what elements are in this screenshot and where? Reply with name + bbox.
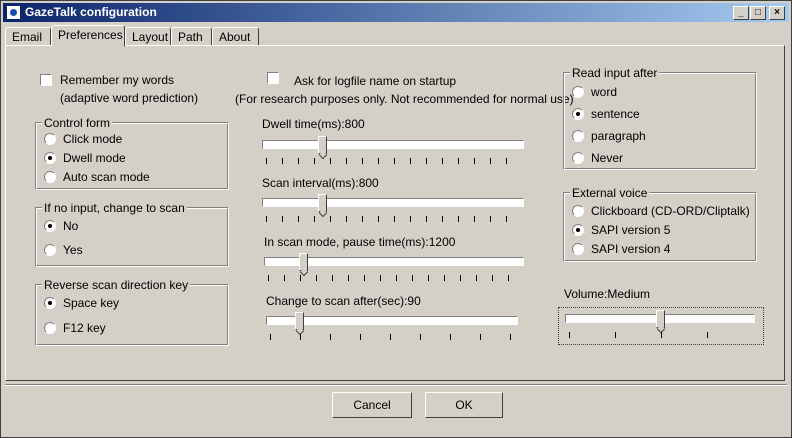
clickboard-label: Clickboard (CD-ORD/Cliptalk) [591,204,750,218]
space-key-label: Space key [63,296,120,310]
minimize-button[interactable]: _ [733,6,749,20]
dwell-time-label: Dwell time(ms):800 [262,117,365,131]
space-key-radio[interactable] [44,297,56,309]
tab-email[interactable]: Email [5,27,51,46]
sentence-label: sentence [591,107,640,121]
logfile-label: Ask for logfile name on startup [294,74,457,88]
no-radio[interactable] [44,220,56,232]
auto-scan-mode-radio[interactable] [44,171,56,183]
dwell-mode-label: Dwell mode [63,151,126,165]
app-icon [6,5,21,20]
f12-key-label: F12 key [63,321,106,335]
sentence-radio[interactable] [572,108,584,120]
scan-interval-slider[interactable] [262,194,524,224]
control-form-group: Control form Click mode Dwell mode Auto … [35,116,229,190]
paragraph-label: paragraph [591,129,646,143]
yes-label: Yes [63,243,83,257]
read-input-title: Read input after [570,66,660,80]
pause-time-slider[interactable] [264,253,524,283]
window-title: GazeTalk configuration [25,5,157,19]
read-input-group: Read input after word sentence paragraph… [563,66,757,170]
tab-about[interactable]: About [212,27,259,46]
remember-words-label: Remember my words [60,73,175,87]
change-scan-slider[interactable] [266,312,518,342]
no-input-group: If no input, change to scan No Yes [35,201,229,267]
change-scan-label: Change to scan after(sec):90 [266,294,421,308]
word-label: word [591,85,618,99]
volume-label: Volume:Medium [564,287,651,301]
f12-key-radio[interactable] [44,322,56,334]
volume-slider[interactable] [558,307,764,345]
logfile-note: (For research purposes only. Not recomme… [235,92,574,106]
scan-interval-label: Scan interval(ms):800 [262,176,379,190]
maximize-button[interactable]: □ [750,6,766,20]
preferences-panel: Remember my words (adaptive word predict… [5,45,785,381]
never-radio[interactable] [572,152,584,164]
cancel-button[interactable]: Cancel [332,392,412,418]
no-label: No [63,219,79,233]
tab-preferences[interactable]: Preferences [51,25,125,47]
sapi5-radio[interactable] [572,224,584,236]
sapi4-radio[interactable] [572,243,584,255]
no-input-title: If no input, change to scan [42,201,187,215]
pause-time-label: In scan mode, pause time(ms):1200 [264,235,456,249]
word-radio[interactable] [572,86,584,98]
gazetalk-config-window: GazeTalk configuration _ □ × Email Prefe… [0,0,792,438]
button-separator [5,384,787,386]
title-bar[interactable]: GazeTalk configuration _ □ × [3,3,789,22]
paragraph-radio[interactable] [572,130,584,142]
control-form-title: Control form [42,116,113,130]
reverse-key-group: Reverse scan direction key Space key F12… [35,278,229,346]
sapi5-label: SAPI version 5 [591,223,671,237]
dwell-time-slider[interactable] [262,136,524,166]
remember-words-note: (adaptive word prediction) [60,91,199,105]
sapi4-label: SAPI version 4 [591,242,671,256]
tab-path[interactable]: Path [171,27,212,46]
logfile-checkbox[interactable] [267,72,279,84]
dwell-mode-radio[interactable] [44,152,56,164]
external-voice-group: External voice Clickboard (CD-ORD/Clipta… [563,186,757,262]
remember-words-checkbox[interactable] [40,74,52,86]
click-mode-label: Click mode [63,132,123,146]
auto-scan-mode-label: Auto scan mode [63,170,150,184]
ok-button[interactable]: OK [425,392,503,418]
external-voice-title: External voice [570,186,650,200]
never-label: Never [591,151,624,165]
close-button[interactable]: × [769,6,785,20]
clickboard-radio[interactable] [572,205,584,217]
yes-radio[interactable] [44,244,56,256]
click-mode-radio[interactable] [44,133,56,145]
reverse-key-title: Reverse scan direction key [42,278,191,292]
tab-layout[interactable]: Layout [125,27,171,46]
